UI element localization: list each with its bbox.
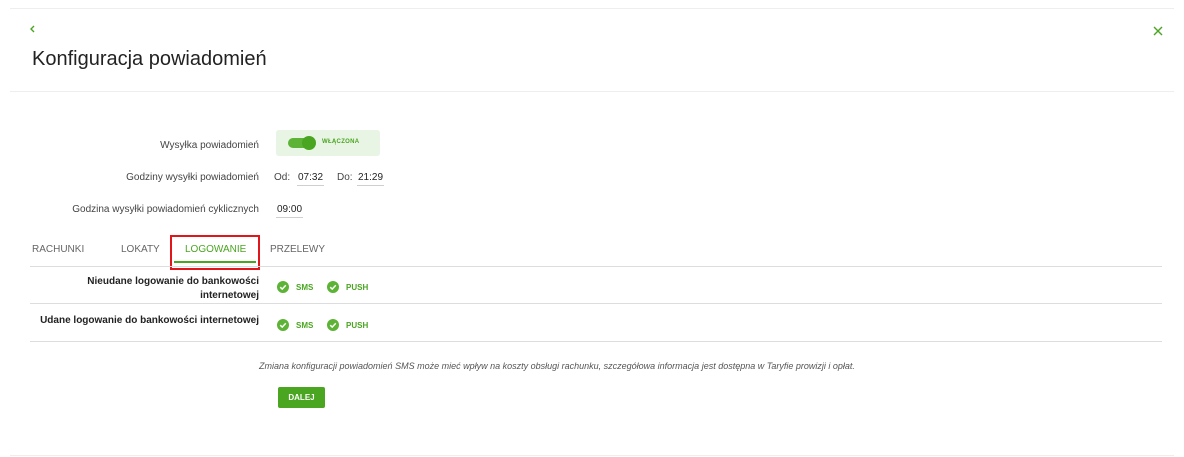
back-button[interactable]	[28, 22, 44, 38]
cyclic-time-field[interactable]: 09:00	[276, 204, 304, 218]
check-icon	[329, 284, 337, 291]
close-icon	[1153, 26, 1163, 36]
close-button[interactable]	[1151, 24, 1167, 40]
check-icon	[279, 284, 287, 291]
row-divider	[30, 303, 1162, 304]
bottom-divider	[10, 455, 1174, 456]
top-divider	[10, 8, 1174, 9]
check-icon	[329, 322, 337, 329]
notifications-toggle[interactable]: WŁĄCZONA	[276, 130, 380, 156]
tab-przelewy[interactable]: PRZELEWY	[270, 244, 325, 255]
sms-label: SMS	[296, 283, 314, 292]
toggle-state-text: WŁĄCZONA	[322, 139, 360, 145]
tab-highlight-box	[170, 235, 260, 270]
to-label: Do:	[337, 172, 353, 183]
tab-lokaty[interactable]: LOKATY	[121, 244, 160, 255]
tab-rachunki[interactable]: RACHUNKI	[32, 244, 84, 255]
row-divider	[30, 341, 1162, 342]
push-label: PUSH	[346, 321, 369, 330]
from-label: Od:	[274, 172, 291, 183]
sms-checkbox-failed-login[interactable]	[277, 281, 289, 293]
next-button[interactable]: DALEJ	[278, 387, 325, 408]
sms-checkbox-successful-login[interactable]	[277, 319, 289, 331]
push-checkbox-failed-login[interactable]	[327, 281, 339, 293]
option-label-successful-login: Udane logowanie do bankowości internetow…	[40, 315, 259, 326]
sending-label: Wysyłka powiadomień	[160, 140, 259, 151]
to-time-field[interactable]: 21:29	[357, 172, 385, 186]
option-label-failed-login: Nieudane logowanie do bankowości interne…	[87, 276, 259, 301]
tabs-divider	[30, 266, 1162, 267]
check-icon	[279, 322, 287, 329]
header-divider	[10, 91, 1174, 92]
hours-label: Godziny wysyłki powiadomień	[126, 172, 259, 183]
sms-cost-note: Zmiana konfiguracji powiadomień SMS może…	[259, 361, 855, 371]
cyclic-label: Godzina wysyłki powiadomień cyklicznych	[72, 204, 259, 215]
toggle-knob	[302, 136, 316, 150]
page-title: Konfiguracja powiadomień	[32, 48, 267, 70]
chevron-left-icon	[30, 25, 35, 33]
push-checkbox-successful-login[interactable]	[327, 319, 339, 331]
push-label: PUSH	[346, 283, 369, 292]
sms-label: SMS	[296, 321, 314, 330]
from-time-field[interactable]: 07:32	[297, 172, 325, 186]
